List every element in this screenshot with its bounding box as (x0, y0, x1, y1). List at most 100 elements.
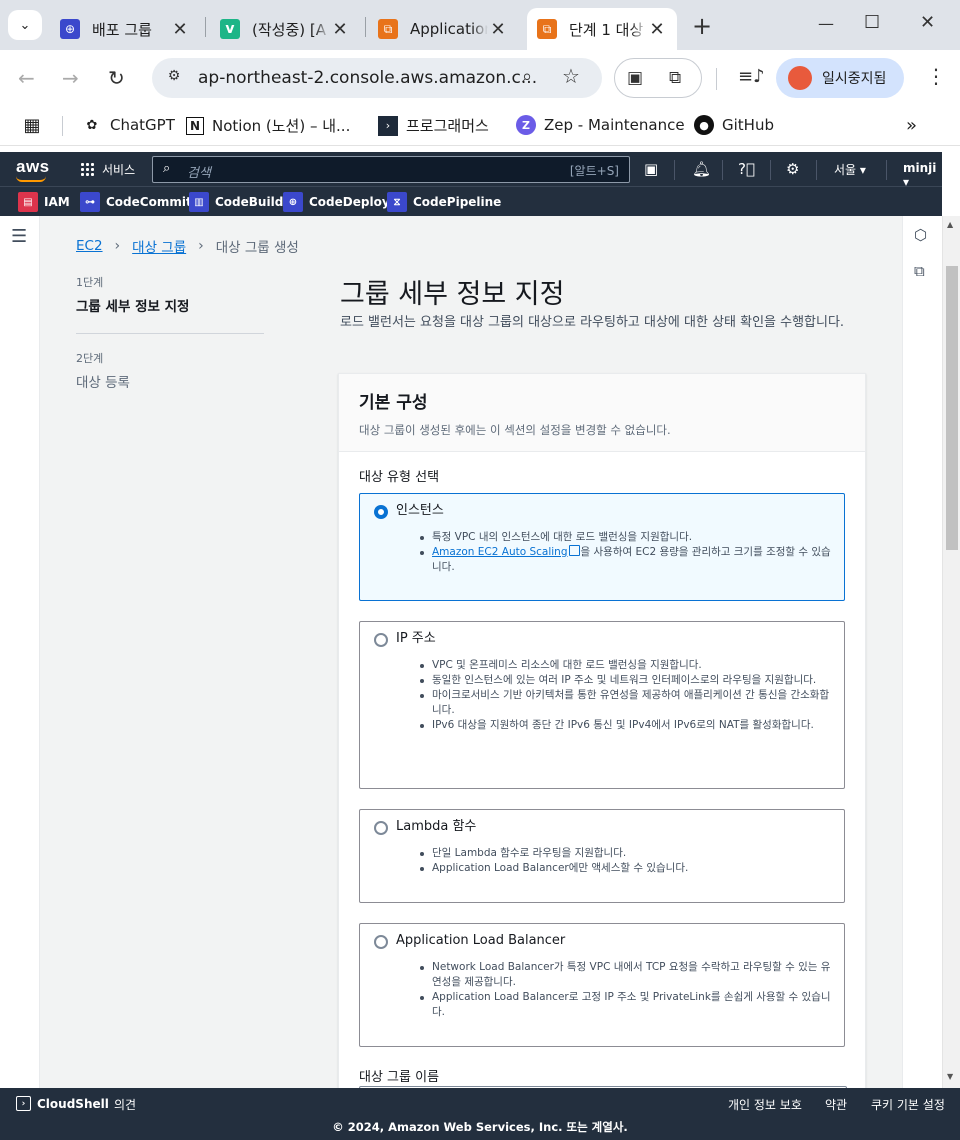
close-window-icon[interactable]: ✕ (920, 12, 935, 33)
reload-icon[interactable]: ↻ (108, 66, 125, 90)
address-bar[interactable]: ⚙ ap-northeast-2.console.aws.amazon.c...… (152, 58, 602, 98)
favorite-codecommit[interactable]: ⊶ CodeCommit (80, 192, 192, 212)
browser-tab[interactable]: ⧉ Application ✕ (368, 8, 518, 50)
scroll-down-icon[interactable]: ▼ (947, 1072, 953, 1081)
close-tab-icon[interactable]: ✕ (330, 19, 350, 40)
radio-ip-address[interactable] (374, 633, 388, 647)
breadcrumb-target-groups[interactable]: 대상 그룹 (132, 236, 186, 256)
bookmark-label: GitHub (722, 116, 774, 134)
tab-title: Application (410, 20, 488, 38)
browser-menu-icon[interactable]: ⋮ (926, 64, 946, 88)
scroll-up-icon[interactable]: ▲ (947, 220, 953, 229)
bookmark-chatgpt[interactable]: ✿ ChatGPT (82, 115, 175, 135)
services-menu[interactable]: 서비스 (102, 161, 135, 178)
url-text[interactable]: ap-northeast-2.console.aws.amazon.c... (198, 68, 537, 88)
breadcrumb: EC2 › 대상 그룹 › 대상 그룹 생성 (76, 236, 299, 256)
apps-grid-icon[interactable]: ▦ (22, 115, 50, 136)
cloudshell-icon[interactable]: ▣ (644, 160, 658, 178)
toolbar-divider (716, 68, 717, 90)
page-description: 로드 밸런서는 요청을 대상 그룹의 대상으로 라우팅하고 대상에 대한 상태 … (340, 315, 845, 330)
favorite-codedeploy[interactable]: ⊕ CodeDeploy (283, 192, 390, 212)
chevron-right-icon: › (198, 238, 204, 254)
page-scrollbar[interactable]: ▲ ▼ (942, 216, 960, 1088)
favorite-iam[interactable]: ▤ IAM (18, 192, 70, 212)
tab-search-extension-icon[interactable]: ▣ (627, 68, 643, 88)
scrollbar-thumb[interactable] (946, 266, 958, 550)
browser-tab[interactable]: v (작성중) [A ✕ (210, 8, 360, 50)
extensions-puzzle-icon[interactable]: ⧉ (669, 68, 681, 88)
bookmark-label: Zep - Maintenance (544, 116, 685, 134)
option-bullet: Amazon EC2 Auto Scaling 을 사용하여 EC2 용량을 관리… (420, 545, 832, 575)
main-content: EC2 › 대상 그룹 › 대상 그룹 생성 1단계 그룹 세부 정보 지정 2… (40, 216, 902, 1088)
bookmark-programmers[interactable]: › 프로그래머스 (378, 115, 489, 136)
back-icon[interactable]: ← (18, 66, 35, 90)
privacy-link[interactable]: 개인 정보 보호 (728, 1096, 802, 1113)
bookmark-notion[interactable]: N Notion (노션) – 내... (186, 115, 350, 136)
profile-button[interactable]: 일시중지됨 (776, 58, 904, 98)
new-tab-icon[interactable]: + (692, 12, 712, 40)
bookmark-zep[interactable]: Z Zep - Maintenance (516, 115, 685, 135)
aws-favorites-bar: ▤ IAM ⊶ CodeCommit ▥ CodeBuild ⊕ CodeDep… (0, 186, 942, 216)
minimize-icon[interactable]: — (818, 14, 834, 33)
close-tab-icon[interactable]: ✕ (170, 19, 190, 40)
close-tab-icon[interactable]: ✕ (488, 19, 508, 40)
wizard-steps: 1단계 그룹 세부 정보 지정 2단계 대상 등록 (76, 274, 264, 391)
bookmark-github[interactable]: ● GitHub (694, 115, 774, 135)
tab-title: 배포 그룹 (92, 20, 152, 39)
nav-divider (816, 160, 817, 180)
zoom-icon[interactable]: ⌕ (522, 66, 532, 87)
target-type-alb-tile[interactable]: Application Load Balancer Network Load B… (359, 923, 845, 1047)
close-tab-icon[interactable]: ✕ (647, 19, 667, 40)
copyright: © 2024, Amazon Web Services, Inc. 또는 계열사… (332, 1120, 628, 1134)
target-type-instances-tile[interactable]: 인스턴스 특정 VPC 내의 인스턴스에 대한 로드 밸런싱을 지원합니다. A… (359, 493, 845, 601)
option-bullet: 단일 Lambda 함수로 라우팅을 지원합니다. (420, 846, 832, 861)
favorite-codepipeline[interactable]: ⧖ CodePipeline (387, 192, 501, 212)
browser-tab-active[interactable]: ⧉ 단계 1 대상 ✕ (527, 8, 677, 50)
settings-gear-icon[interactable]: ⚙ (786, 160, 799, 178)
radio-instances[interactable] (374, 505, 388, 519)
target-type-lambda-tile[interactable]: Lambda 함수 단일 Lambda 함수로 라우팅을 지원합니다. Appl… (359, 809, 845, 903)
bookmark-star-icon[interactable]: ☆ (562, 64, 580, 88)
browser-tab[interactable]: ⊕ 배포 그룹 ✕ (50, 8, 200, 50)
menu-hamburger-icon[interactable]: ☰ (11, 226, 27, 247)
notifications-bell-icon[interactable]: 🔔︎ (692, 160, 711, 178)
tab-title: (작성중) [A (252, 20, 326, 39)
cloudshell-label: CloudShell (37, 1096, 109, 1111)
forward-icon[interactable]: → (62, 66, 79, 90)
aws-search-input[interactable]: ⌕ 검색 [알트+S] (152, 156, 630, 183)
favorite-label: CodeDeploy (309, 195, 390, 209)
radio-alb[interactable] (374, 935, 388, 949)
nav-divider (674, 160, 675, 180)
help-panel-icon[interactable]: ⧉ (914, 262, 925, 280)
radio-lambda[interactable] (374, 821, 388, 835)
site-settings-icon[interactable]: ⚙ (164, 68, 184, 88)
target-type-ip-tile[interactable]: IP 주소 VPC 및 온프레미스 리소스에 대한 로드 밸런싱을 지원합니다.… (359, 621, 845, 789)
search-shortcut: [알트+S] (569, 164, 619, 178)
account-menu[interactable]: minji ▾ (903, 161, 942, 189)
option-title: IP 주소 (396, 631, 436, 646)
breadcrumb-ec2[interactable]: EC2 (76, 238, 103, 254)
step-1-title[interactable]: 그룹 세부 정보 지정 (76, 295, 264, 315)
panel-title: 기본 구성 (359, 393, 428, 413)
aws-logo[interactable]: aws (16, 157, 50, 182)
media-control-icon[interactable]: ≡♪ (738, 66, 765, 87)
terms-link[interactable]: 약관 (825, 1096, 847, 1113)
services-grid-icon[interactable] (80, 162, 95, 177)
option-bullet: 특정 VPC 내의 인스턴스에 대한 로드 밸런싱을 지원합니다. (420, 530, 832, 545)
bookmarks-bar: ▦ ✿ ChatGPT N Notion (노션) – 내... › 프로그래머… (0, 106, 960, 146)
github-icon: ● (694, 115, 714, 135)
more-bookmarks-icon[interactable]: » (906, 115, 917, 136)
feedback-link[interactable]: 의견 (114, 1096, 136, 1113)
region-selector[interactable]: 서울 ▾ (834, 161, 866, 178)
help-icon[interactable]: ?⃝ (738, 160, 755, 178)
auto-scaling-link[interactable]: Amazon EC2 Auto Scaling (432, 546, 568, 558)
option-bullet: IPv6 대상을 지원하여 종단 간 IPv6 통신 및 IPv4에서 IPv6… (420, 718, 832, 733)
codedeploy-favicon-icon: ⊕ (60, 19, 80, 39)
zep-icon: Z (516, 115, 536, 135)
info-panel-icon[interactable]: ⬡ (914, 226, 927, 244)
cloudshell-button[interactable]: › CloudShell (16, 1096, 109, 1111)
tab-search-dropdown[interactable]: ⌄ (8, 10, 42, 40)
cookie-preferences-link[interactable]: 쿠키 기본 설정 (871, 1096, 945, 1113)
favorite-codebuild[interactable]: ▥ CodeBuild (189, 192, 283, 212)
maximize-icon[interactable]: ☐ (864, 12, 880, 33)
